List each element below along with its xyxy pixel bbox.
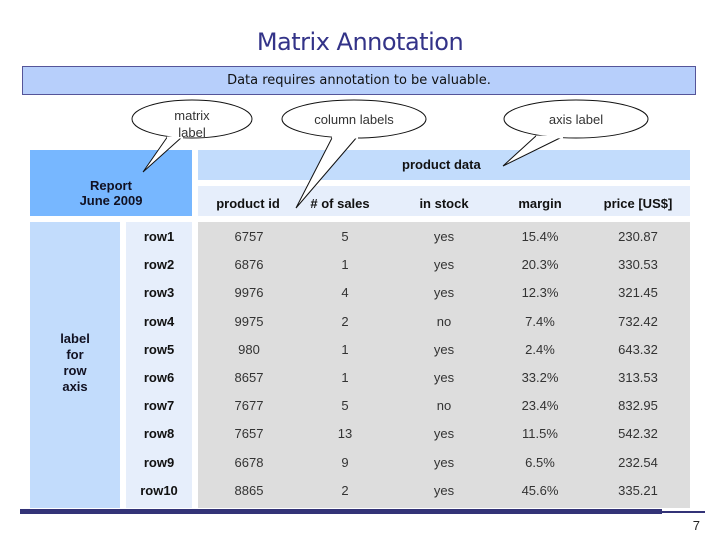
callout-text-line: matrix (174, 108, 210, 123)
footer-divider-tail (662, 511, 705, 513)
callout-text-line: label (178, 125, 206, 140)
callout-axis-label (502, 99, 649, 167)
page-number: 7 (692, 518, 700, 533)
footer-divider (20, 509, 662, 514)
callout-axis-label-text: axis label (548, 112, 604, 127)
callout-matrix-label-text: matrix label (152, 107, 232, 141)
callouts-layer (131, 99, 649, 209)
callout-column-labels-text: column labels (314, 112, 394, 127)
